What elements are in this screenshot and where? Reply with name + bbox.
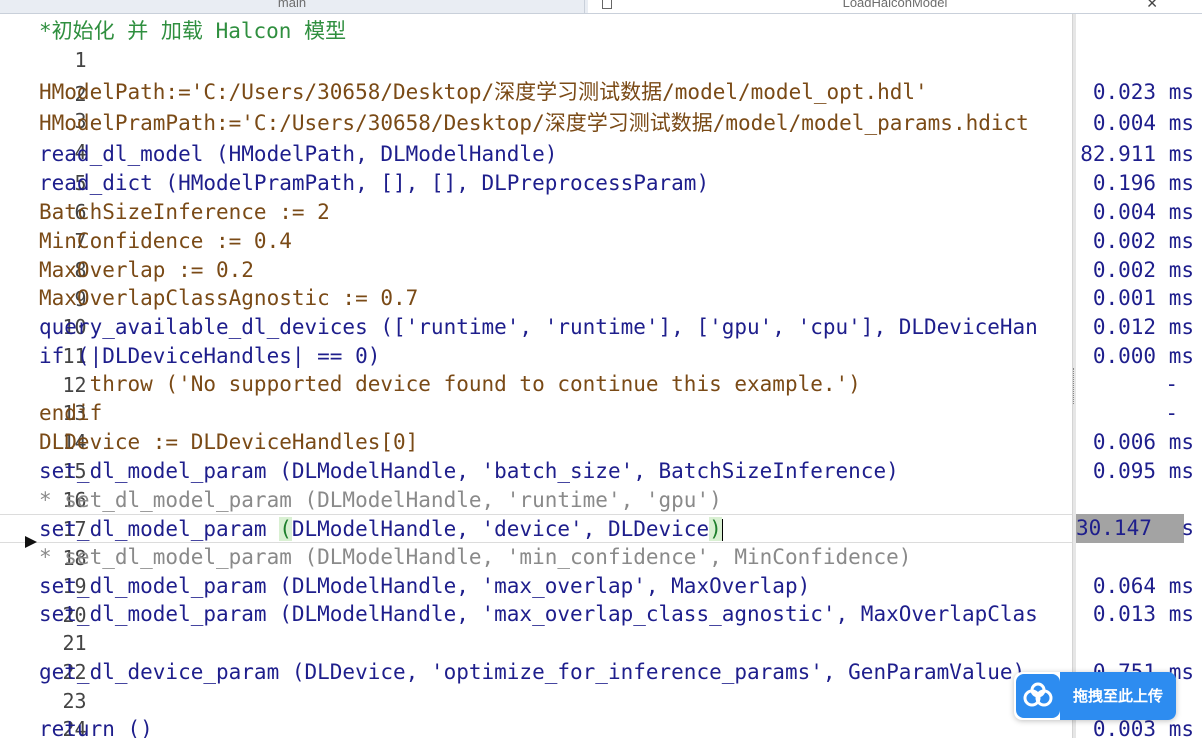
execution-time: 0.000 ms (1092, 344, 1194, 368)
code-line[interactable]: 6 read_dict (HModelPramPath, [], [], DLP… (0, 169, 1072, 224)
close-icon[interactable]: ✕ (1146, 0, 1158, 13)
code-line[interactable]: 19 * set_dl_model_param (DLModelHandle, … (0, 543, 1072, 598)
procedure-doc-icon (602, 0, 612, 9)
code-text: MaxOverlap := 0.2 (39, 258, 254, 282)
code-text: MaxOverlapClassAgnostic := 0.7 (39, 286, 419, 310)
code-line[interactable]: 22 (0, 629, 1072, 684)
code-line[interactable]: 25 return () (0, 715, 1072, 738)
code-line[interactable]: 7 BatchSizeInference := 2 (0, 198, 1072, 253)
execution-time: 82.911 ms (1080, 142, 1194, 166)
code-text: read_dl_model (HModelPath, DLModelHandle… (39, 142, 558, 166)
code-text: query_available_dl_devices (['runtime', … (39, 315, 1038, 339)
code-text: throw ('No supported device found to con… (39, 372, 861, 396)
code-line[interactable]: 14 endif (0, 399, 1072, 454)
code-text: return () (39, 717, 153, 738)
code-line[interactable]: 11 query_available_dl_devices (['runtime… (0, 313, 1072, 368)
execution-time: 0.023 ms (1092, 80, 1194, 104)
execution-time: 0.002 ms (1092, 258, 1194, 282)
cloud-upload-icon (1016, 674, 1060, 718)
code-line[interactable]: 17 * set_dl_model_param (DLModelHandle, … (0, 486, 1072, 541)
code-line[interactable]: 8 MinConfidence := 0.4 (0, 227, 1072, 282)
execution-time: 0.006 ms (1092, 430, 1194, 454)
code-text: read_dict (HModelPramPath, [], [], DLPre… (39, 171, 710, 195)
text-cursor (721, 519, 723, 541)
execution-time: 0.002 ms (1092, 229, 1194, 253)
code-text: set_dl_model_param (DLModelHandle, 'max_… (39, 574, 811, 598)
code-line[interactable]: 2 (0, 51, 1072, 106)
program-counter-arrow-icon (25, 536, 37, 548)
profiler-time-column: 0.023 ms 0.004 ms 82.911 ms 0.196 ms 0.0… (1076, 14, 1202, 738)
code-line[interactable]: 1 *初始化 并 加载 Halcon 模型 (0, 17, 1072, 72)
code-text-middle: DLModelHandle, 'device', DLDevice (291, 517, 710, 541)
code-line[interactable]: 13 throw ('No supported device found to … (0, 370, 1072, 425)
execution-time: 0.012 ms (1092, 315, 1194, 339)
code-line[interactable]: 5 read_dl_model (HModelPath, DLModelHand… (0, 140, 1072, 195)
code-text: DLDevice := DLDeviceHandles[0] (39, 430, 419, 454)
execution-time: 0.004 ms (1092, 200, 1194, 224)
code-text: set_dl_model_param (DLModelHandle, 'batc… (39, 459, 899, 483)
code-text: get_dl_device_param (DLDevice, 'optimize… (39, 660, 1026, 684)
document-tab-bar: main LoadHalconModel ✕ (0, 0, 1202, 14)
code-text: * set_dl_model_param (DLModelHandle, 'mi… (39, 545, 912, 569)
drag-upload-button[interactable]: 拖拽至此上传 (1014, 672, 1176, 720)
code-line[interactable]: 24 (0, 686, 1072, 738)
execution-time: - (1165, 401, 1178, 425)
code-text: HModelPath:='C:/Users/30658/Desktop/深度学习… (39, 80, 928, 104)
code-line[interactable]: 12 if (|DLDeviceHandles| == 0) (0, 342, 1072, 397)
code-line[interactable]: 9 MaxOverlap := 0.2 (0, 256, 1072, 311)
drag-upload-label: 拖拽至此上传 (1060, 672, 1176, 720)
code-line[interactable]: 16 set_dl_model_param (DLModelHandle, 'b… (0, 457, 1072, 512)
code-line[interactable]: 3 HModelPath:='C:/Users/30658/Desktop/深度… (0, 78, 1072, 133)
matching-open-bracket: ( (279, 517, 292, 541)
code-line[interactable]: 21 set_dl_model_param (DLModelHandle, 'm… (0, 600, 1072, 655)
code-text: endif (39, 401, 103, 425)
execution-time: 0.196 ms (1092, 171, 1194, 195)
code-text: *初始化 并 加载 Halcon 模型 (39, 19, 347, 43)
code-line[interactable]: 4 HModelPramPath:='C:/Users/30658/Deskto… (0, 109, 1072, 164)
code-line[interactable]: 23 get_dl_device_param (DLDevice, 'optim… (0, 658, 1072, 713)
code-text: BatchSizeInference := 2 (39, 200, 330, 224)
program-editor[interactable]: 1 *初始化 并 加载 Halcon 模型 2 3 HModelPath:='C… (0, 14, 1072, 738)
code-text: if (|DLDeviceHandles| == 0) (39, 344, 381, 368)
matching-close-bracket: ) (709, 517, 722, 541)
execution-time: 0.095 ms (1092, 459, 1194, 483)
code-line-current[interactable]: 18 set_dl_model_param (DLModelHandle, 'd… (0, 514, 1072, 570)
code-text: HModelPramPath:='C:/Users/30658/Desktop/… (39, 111, 1029, 135)
code-text-before: set_dl_model_param (39, 517, 280, 541)
tab-main[interactable]: main (0, 0, 585, 13)
code-text: * set_dl_model_param (DLModelHandle, 'ru… (39, 488, 722, 512)
execution-time: 0.064 ms (1092, 574, 1194, 598)
execution-time: - (1165, 372, 1178, 396)
execution-time-unit: s (1181, 516, 1194, 540)
code-line[interactable]: 15 DLDevice := DLDeviceHandles[0] (0, 428, 1072, 483)
code-text: set_dl_model_param (DLModelHandle, 'devi… (39, 515, 723, 544)
execution-time: 0.004 ms (1092, 111, 1194, 135)
code-line[interactable]: 20 set_dl_model_param (DLModelHandle, 'm… (0, 572, 1072, 627)
execution-time: 0.001 ms (1092, 286, 1194, 310)
execution-time-highlighted: 30.147 (1076, 514, 1184, 543)
tab-load-halcon-model-label: LoadHalconModel (842, 0, 948, 10)
tab-main-label: main (277, 0, 307, 10)
code-text: set_dl_model_param (DLModelHandle, 'max_… (39, 602, 1038, 626)
execution-time: 0.013 ms (1092, 602, 1194, 626)
code-text: MinConfidence := 0.4 (39, 229, 292, 253)
code-line[interactable]: 10 MaxOverlapClassAgnostic := 0.7 (0, 284, 1072, 339)
tab-load-halcon-model[interactable]: LoadHalconModel ✕ (588, 0, 1202, 13)
